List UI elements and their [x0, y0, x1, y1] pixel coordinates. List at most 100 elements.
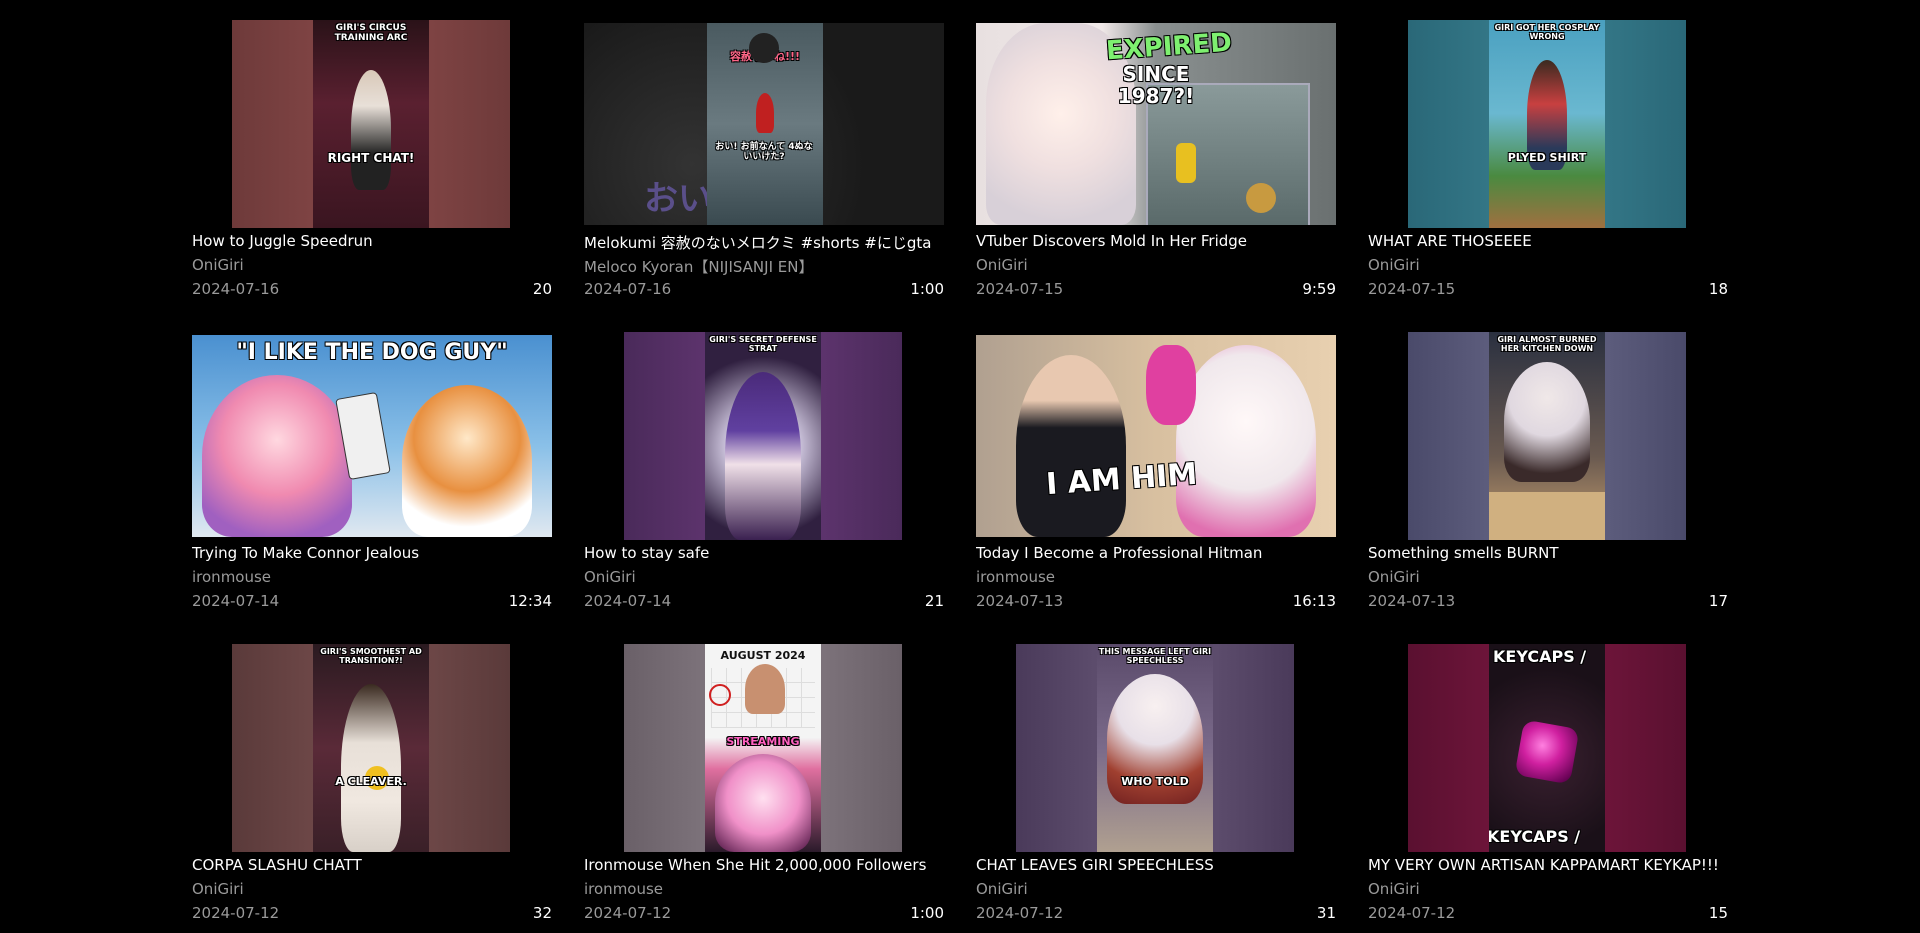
thumbnail-caption-top: GIRI ALMOST BURNED HER KITCHEN DOWN — [1497, 335, 1597, 353]
video-card[interactable]: KEYCAPS / KEYCAPS / MY VERY OWN ARTISAN … — [1368, 644, 1728, 933]
channel-name[interactable]: ironmouse — [192, 568, 271, 586]
upload-date: 2024-07-15 — [1368, 280, 1456, 298]
upload-date: 2024-07-12 — [192, 904, 280, 922]
video-meta: CORPA SLASHU CHATT OniGiri 2024-07-12 32 — [192, 852, 552, 933]
video-title[interactable]: CHAT LEAVES GIRI SPEECHLESS — [976, 856, 1336, 874]
channel-name[interactable]: Meloco Kyoran【NIJISANJI EN】 — [584, 256, 813, 277]
channel-name[interactable]: OniGiri — [1368, 256, 1420, 274]
upload-date: 2024-07-16 — [584, 280, 672, 298]
upload-date: 2024-07-14 — [584, 592, 672, 610]
thumbnail-caption-top: GIRI'S SMOOTHEST AD TRANSITION?! — [320, 647, 422, 665]
video-card[interactable]: GIRI'S SECRET DEFENSE STRAT How to stay … — [584, 332, 944, 621]
upload-date: 2024-07-16 — [192, 280, 280, 298]
video-thumbnail[interactable]: "I LIKE THE DOG GUY" — [192, 332, 552, 540]
video-card[interactable]: AUGUST 2024 STREAMING Ironmouse When She… — [584, 644, 944, 933]
video-card[interactable]: EXPIRED SINCE 1987?! VTuber Discovers Mo… — [976, 20, 1336, 309]
thumbnail-caption-bottom: おい! お前なんて 4ぬないいけた? — [715, 142, 813, 162]
video-card[interactable]: おい 容赦ないね!!! おい! お前なんて 4ぬないいけた? Melokumi … — [584, 20, 944, 309]
video-title[interactable]: Something smells BURNT — [1368, 544, 1728, 562]
video-card[interactable]: GIRI'S CIRCUS TRAINING ARC RIGHT CHAT! H… — [192, 20, 552, 309]
video-meta: Something smells BURNT OniGiri 2024-07-1… — [1368, 540, 1728, 621]
channel-name[interactable]: OniGiri — [976, 880, 1028, 898]
video-meta: MY VERY OWN ARTISAN KAPPAMART KEYKAP!!! … — [1368, 852, 1728, 933]
video-meta: Trying To Make Connor Jealous ironmouse … — [192, 540, 552, 621]
video-title[interactable]: How to stay safe — [584, 544, 944, 562]
video-title[interactable]: Melokumi 容赦のないメロクミ #shorts #にじgta — [584, 232, 944, 253]
thumbnail-caption-top: AUGUST 2024 — [720, 649, 806, 662]
video-thumbnail[interactable]: KEYCAPS / KEYCAPS / — [1368, 644, 1728, 852]
video-card[interactable]: GIRI GOT HER COSPLAY WRONG PLYED SHIRT W… — [1368, 20, 1728, 309]
video-duration: 16:13 — [1292, 592, 1336, 610]
video-title[interactable]: How to Juggle Speedrun — [192, 232, 552, 250]
video-meta: Melokumi 容赦のないメロクミ #shorts #にじgta Meloco… — [584, 228, 944, 309]
thumbnail-caption-bottom: RIGHT CHAT! — [327, 151, 415, 165]
video-duration: 12:34 — [508, 592, 552, 610]
video-thumbnail[interactable]: EXPIRED SINCE 1987?! — [976, 20, 1336, 228]
channel-name[interactable]: OniGiri — [192, 256, 244, 274]
video-title[interactable]: Trying To Make Connor Jealous — [192, 544, 552, 562]
thumbnail-caption-top: KEYCAPS / — [1493, 647, 1587, 666]
video-title[interactable]: Ironmouse When She Hit 2,000,000 Followe… — [584, 856, 944, 874]
video-thumbnail[interactable]: GIRI ALMOST BURNED HER KITCHEN DOWN — [1368, 332, 1728, 540]
video-thumbnail[interactable]: おい 容赦ないね!!! おい! お前なんて 4ぬないいけた? — [584, 20, 944, 228]
video-title[interactable]: Today I Become a Professional Hitman — [976, 544, 1336, 562]
video-duration: 9:59 — [1302, 280, 1336, 298]
thumbnail-caption-bottom: WHO TOLD — [1121, 775, 1189, 788]
video-meta: Ironmouse When She Hit 2,000,000 Followe… — [584, 852, 944, 933]
upload-date: 2024-07-14 — [192, 592, 280, 610]
thumbnail-caption-bottom: PLYED SHIRT — [1507, 151, 1587, 164]
channel-name[interactable]: OniGiri — [1368, 568, 1420, 586]
channel-name[interactable]: OniGiri — [192, 880, 244, 898]
thumbnail-caption-top: THIS MESSAGE LEFT GIRI SPEECHLESS — [1098, 647, 1212, 665]
video-thumbnail[interactable]: GIRI'S SECRET DEFENSE STRAT — [584, 332, 944, 540]
video-meta: WHAT ARE THOSEEEE OniGiri 2024-07-15 18 — [1368, 228, 1728, 309]
thumbnail-caption-top: "I LIKE THE DOG GUY" — [236, 340, 508, 365]
video-duration: 18 — [1708, 280, 1728, 298]
video-grid: GIRI'S CIRCUS TRAINING ARC RIGHT CHAT! H… — [192, 20, 1728, 933]
video-meta: CHAT LEAVES GIRI SPEECHLESS OniGiri 2024… — [976, 852, 1336, 933]
thumbnail-caption-bottom: SINCE 1987?! — [1117, 62, 1195, 108]
video-title[interactable]: VTuber Discovers Mold In Her Fridge — [976, 232, 1336, 250]
video-meta: How to Juggle Speedrun OniGiri 2024-07-1… — [192, 228, 552, 309]
channel-name[interactable]: OniGiri — [584, 568, 636, 586]
video-thumbnail[interactable]: GIRI'S CIRCUS TRAINING ARC RIGHT CHAT! — [192, 20, 552, 228]
channel-name[interactable]: OniGiri — [1368, 880, 1420, 898]
upload-date: 2024-07-13 — [1368, 592, 1456, 610]
video-duration: 31 — [1316, 904, 1336, 922]
video-thumbnail[interactable]: AUGUST 2024 STREAMING — [584, 644, 944, 852]
video-duration: 15 — [1708, 904, 1728, 922]
video-title[interactable]: WHAT ARE THOSEEEE — [1368, 232, 1728, 250]
thumbnail-caption-top: GIRI GOT HER COSPLAY WRONG — [1494, 23, 1600, 41]
video-card[interactable]: GIRI'S SMOOTHEST AD TRANSITION?! A CLEAV… — [192, 644, 552, 933]
video-duration: 17 — [1708, 592, 1728, 610]
thumbnail-caption-bottom: A CLEAVER. — [335, 775, 407, 788]
upload-date: 2024-07-15 — [976, 280, 1064, 298]
thumbnail-caption-bottom: KEYCAPS / — [1489, 827, 1581, 846]
thumbnail-caption-top: GIRI'S SECRET DEFENSE STRAT — [709, 335, 817, 353]
thumbnail-caption-top: GIRI'S CIRCUS TRAINING ARC — [334, 23, 408, 43]
video-duration: 21 — [924, 592, 944, 610]
video-card[interactable]: THIS MESSAGE LEFT GIRI SPEECHLESS WHO TO… — [976, 644, 1336, 933]
upload-date: 2024-07-12 — [976, 904, 1064, 922]
video-thumbnail[interactable]: GIRI GOT HER COSPLAY WRONG PLYED SHIRT — [1368, 20, 1728, 228]
thumbnail-caption-top: EXPIRED — [1105, 27, 1233, 67]
video-card[interactable]: "I LIKE THE DOG GUY" Trying To Make Conn… — [192, 332, 552, 621]
video-title[interactable]: CORPA SLASHU CHATT — [192, 856, 552, 874]
thumbnail-caption-bottom: STREAMING — [726, 735, 800, 748]
video-meta: How to stay safe OniGiri 2024-07-14 21 — [584, 540, 944, 621]
video-card[interactable]: I AM HIM Today I Become a Professional H… — [976, 332, 1336, 621]
channel-name[interactable]: OniGiri — [976, 256, 1028, 274]
video-card[interactable]: GIRI ALMOST BURNED HER KITCHEN DOWN Some… — [1368, 332, 1728, 621]
upload-date: 2024-07-12 — [584, 904, 672, 922]
video-duration: 32 — [532, 904, 552, 922]
video-thumbnail[interactable]: GIRI'S SMOOTHEST AD TRANSITION?! A CLEAV… — [192, 644, 552, 852]
video-thumbnail[interactable]: I AM HIM — [976, 332, 1336, 540]
video-duration: 1:00 — [910, 280, 944, 298]
video-duration: 20 — [532, 280, 552, 298]
channel-name[interactable]: ironmouse — [976, 568, 1055, 586]
channel-name[interactable]: ironmouse — [584, 880, 663, 898]
video-meta: Today I Become a Professional Hitman iro… — [976, 540, 1336, 621]
video-meta: VTuber Discovers Mold In Her Fridge OniG… — [976, 228, 1336, 309]
video-title[interactable]: MY VERY OWN ARTISAN KAPPAMART KEYKAP!!! — [1368, 856, 1728, 874]
video-thumbnail[interactable]: THIS MESSAGE LEFT GIRI SPEECHLESS WHO TO… — [976, 644, 1336, 852]
